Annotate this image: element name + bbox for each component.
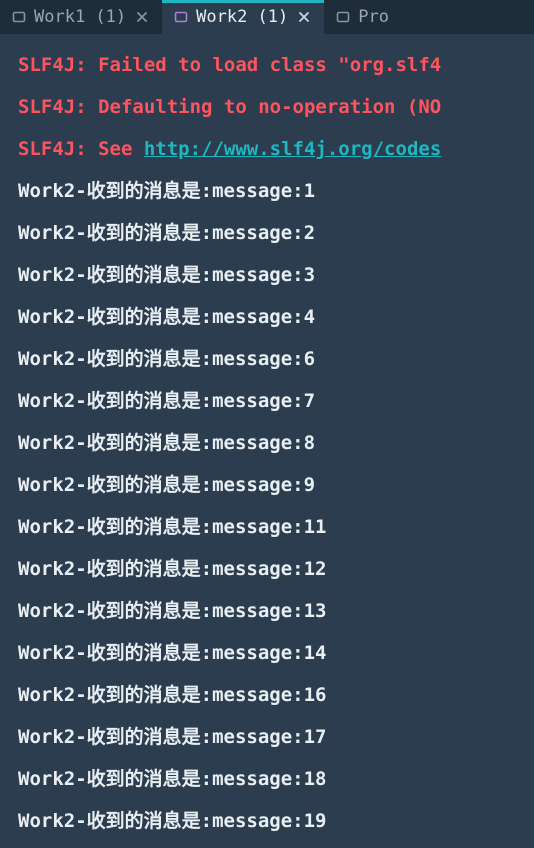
log-message-line: Work2-收到的消息是:message:2 xyxy=(18,212,534,254)
log-error-line: SLF4J: See http://www.slf4j.org/codes xyxy=(18,128,534,170)
close-icon[interactable] xyxy=(134,9,150,25)
log-message-line: Work2-收到的消息是:message:8 xyxy=(18,422,534,464)
log-message-line: Work2-收到的消息是:message:1 xyxy=(18,170,534,212)
terminal-icon xyxy=(336,10,350,24)
tab-0[interactable]: Work1 (1) xyxy=(0,0,162,34)
log-message-line: Work2-收到的消息是:message:16 xyxy=(18,674,534,716)
log-message-line: Work2-收到的消息是:message:3 xyxy=(18,254,534,296)
log-message-line: Work2-收到的消息是:message:6 xyxy=(18,338,534,380)
log-message-line: Work2-收到的消息是:message:14 xyxy=(18,632,534,674)
tab-label: Pro xyxy=(358,7,389,27)
terminal-icon xyxy=(174,10,188,24)
tab-2[interactable]: Pro xyxy=(324,0,401,34)
log-message-line: Work2-收到的消息是:message:12 xyxy=(18,548,534,590)
log-message-line: Work2-收到的消息是:message:4 xyxy=(18,296,534,338)
console-output: SLF4J: Failed to load class "org.slf4SLF… xyxy=(0,34,534,848)
log-error-text: SLF4J: See xyxy=(18,138,144,160)
tab-label: Work2 (1) xyxy=(196,7,288,27)
log-error-line: SLF4J: Failed to load class "org.slf4 xyxy=(18,44,534,86)
log-message-line: Work2-收到的消息是:message:19 xyxy=(18,800,534,842)
tab-label: Work1 (1) xyxy=(34,7,126,27)
log-message-line: Work2-收到的消息是:message:17 xyxy=(18,716,534,758)
log-message-line: Work2-收到的消息是:message:18 xyxy=(18,758,534,800)
terminal-icon xyxy=(12,10,26,24)
log-link[interactable]: http://www.slf4j.org/codes xyxy=(144,138,441,160)
log-message-line: Work2-收到的消息是:message:7 xyxy=(18,380,534,422)
log-message-line: Work2-收到的消息是:message:11 xyxy=(18,506,534,548)
tab-bar: Work1 (1) Work2 (1) Pro xyxy=(0,0,534,34)
close-icon[interactable] xyxy=(296,9,312,25)
log-message-line: Work2-收到的消息是:message:9 xyxy=(18,464,534,506)
log-message-line: Work2-收到的消息是:message:13 xyxy=(18,590,534,632)
log-error-line: SLF4J: Defaulting to no-operation (NO xyxy=(18,86,534,128)
tab-1[interactable]: Work2 (1) xyxy=(162,0,324,34)
